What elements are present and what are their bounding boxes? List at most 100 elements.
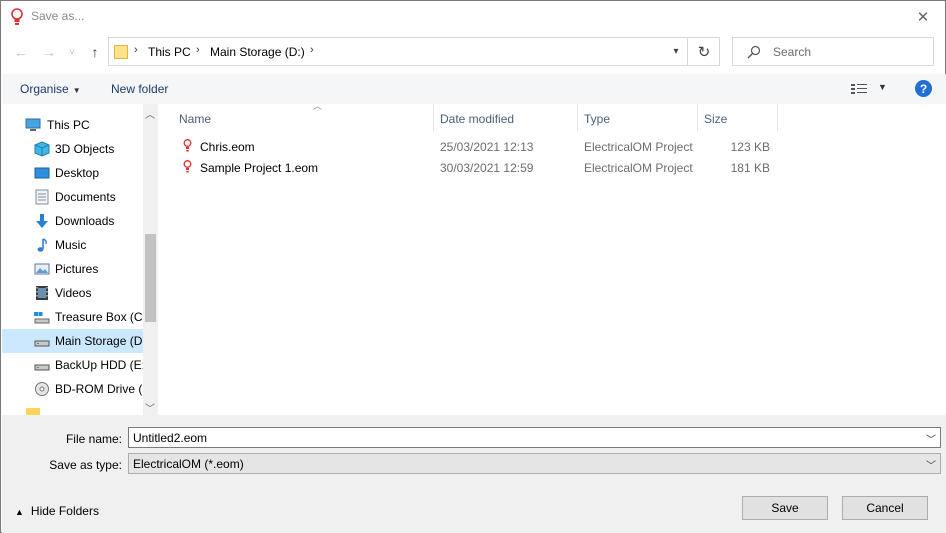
sidebar-item-label: Downloads [55,214,115,228]
column-header-date-modified[interactable]: Date modified [434,104,578,131]
music-icon [37,238,47,252]
sidebar-item-treasure-box[interactable]: Treasure Box (C:) [2,305,143,329]
sidebar-item-videos[interactable]: Videos [2,281,143,305]
sidebar-scrollbar[interactable]: ︿ ﹀ [143,104,158,415]
close-icon: ✕ [916,8,930,26]
cancel-button[interactable]: Cancel [842,496,928,520]
forward-button[interactable]: → [38,41,60,63]
sort-ascending-icon: ︿ [313,101,323,111]
hide-folders-button[interactable]: ▲ Hide Folders [15,504,99,518]
column-header-date-label: Date modified [440,112,515,126]
disc-drive-icon [35,382,49,396]
save-options-panel: File name: Untitled2.eom ﹀ Save as type:… [2,415,946,533]
sidebar-item-partial [2,401,143,415]
search-input[interactable]: Search [732,37,934,66]
chevron-down-icon: ﹀ [926,461,936,472]
sidebar-item-label: Music [55,238,87,252]
scrollbar-thumb[interactable] [145,234,156,322]
help-icon[interactable]: ? [915,80,932,97]
computer-icon [25,118,41,131]
column-header-type[interactable]: Type [578,104,698,131]
file-name: Sample Project 1.eom [200,161,319,175]
command-bar: Organise ▼ New folder ▼ ? [2,74,946,104]
file-size: 181 KB [730,161,770,175]
organise-menu[interactable]: Organise ▼ [20,82,81,96]
save-as-type-value: ElectricalOM (*.eom) [133,457,244,471]
sidebar-item-label: Desktop [55,166,100,180]
sidebar-item-label: Documents [55,190,116,204]
folder-icon [26,408,40,415]
column-header-name-label: Name [179,112,212,126]
column-header-size[interactable]: Size [698,104,778,131]
save-as-dialog: Save as... ✕ ← → ˅ ↑ › This PC › Main St… [0,0,946,533]
file-name-label: File name: [65,432,122,446]
sidebar-item-label: 3D Objects [55,142,115,156]
search-placeholder: Search [773,45,812,59]
documents-icon [35,189,49,205]
sidebar-item-desktop[interactable]: Desktop [2,161,143,185]
scroll-down-icon[interactable]: ﹀ [145,400,155,415]
save-as-type-select[interactable]: ElectricalOM (*.eom) ﹀ [128,453,941,474]
view-dropdown-chevron-icon[interactable]: ▼ [878,82,887,92]
eom-file-icon [183,139,192,152]
sidebar-item-label: Main Storage (D:) [55,334,143,348]
address-bar[interactable]: › This PC › Main Storage (D:) › ▾ ↻ [108,37,720,66]
view-options-icon[interactable] [851,83,867,95]
file-list: ︿ Name Date modified Type Size Chris.eom… [159,101,946,415]
file-row[interactable]: Sample Project 1.eom 30/03/2021 12:59 El… [159,157,946,178]
save-button[interactable]: Save [742,496,828,520]
file-size: 123 KB [730,140,770,154]
up-button[interactable]: ↑ [84,41,106,63]
chevron-up-icon: ▲ [15,507,24,517]
file-name-field[interactable]: Untitled2.eom ﹀ [128,427,941,448]
scroll-up-icon[interactable]: ︿ [145,106,155,121]
desktop-icon [34,167,50,179]
sidebar-item-label: Pictures [55,262,99,276]
sidebar-item-documents[interactable]: Documents [2,185,143,209]
refresh-button[interactable]: ↻ [687,38,720,65]
sidebar-item-this-pc[interactable]: This PC [2,113,143,137]
address-history-dropdown[interactable]: ▾ [665,38,687,65]
recent-locations-button[interactable]: ˅ [61,41,83,63]
breadcrumb-separator: › [134,44,138,56]
navigation-pane: This PC 3D Objects Desktop Documents Dow… [2,104,158,415]
title-bar: Save as... ✕ [1,1,945,32]
3d-objects-icon [34,141,50,157]
chevron-down-icon: ▼ [72,86,81,95]
sidebar-item-label: This PC [47,118,90,132]
new-folder-button[interactable]: New folder [111,82,168,96]
file-type: ElectricalOM Project [584,140,693,154]
sidebar-item-backup-hdd[interactable]: BackUp HDD (E:) [2,353,143,377]
sidebar-item-label: Videos [55,286,92,300]
folder-icon [114,45,128,59]
eom-file-icon [183,160,192,173]
sidebar-item-3d-objects[interactable]: 3D Objects [2,137,143,161]
breadcrumb-this-pc[interactable]: This PC [148,45,191,59]
column-header-size-label: Size [704,112,728,126]
back-button[interactable]: ← [10,41,32,63]
sidebar-item-music[interactable]: Music [2,233,143,257]
sidebar-item-main-storage[interactable]: Main Storage (D:) [2,329,143,353]
lightbulb-app-icon [11,8,23,25]
file-date: 30/03/2021 12:59 [440,161,534,175]
sidebar-item-downloads[interactable]: Downloads [2,209,143,233]
breadcrumb-main-storage[interactable]: Main Storage (D:) [210,45,305,59]
column-header-name[interactable]: ︿ Name [173,101,434,131]
file-type: ElectricalOM Project [584,161,693,175]
organise-label: Organise [20,82,69,96]
sidebar-item-label: Treasure Box (C:) [55,310,143,324]
file-date: 25/03/2021 12:13 [440,140,534,154]
pictures-icon [34,263,50,275]
chevron-down-icon[interactable]: ﹀ [926,431,936,446]
drive-icon [34,340,50,347]
sidebar-item-bd-rom[interactable]: BD-ROM Drive (F:) [2,377,143,401]
breadcrumb-separator: › [310,44,314,56]
search-icon [747,45,761,59]
file-row[interactable]: Chris.eom 25/03/2021 12:13 ElectricalOM … [159,136,946,157]
file-name: Chris.eom [200,140,255,154]
close-button[interactable]: ✕ [901,1,945,32]
drive-icon [34,364,50,371]
sidebar-item-pictures[interactable]: Pictures [2,257,143,281]
refresh-icon: ↻ [697,43,711,61]
column-header-type-label: Type [584,112,611,126]
